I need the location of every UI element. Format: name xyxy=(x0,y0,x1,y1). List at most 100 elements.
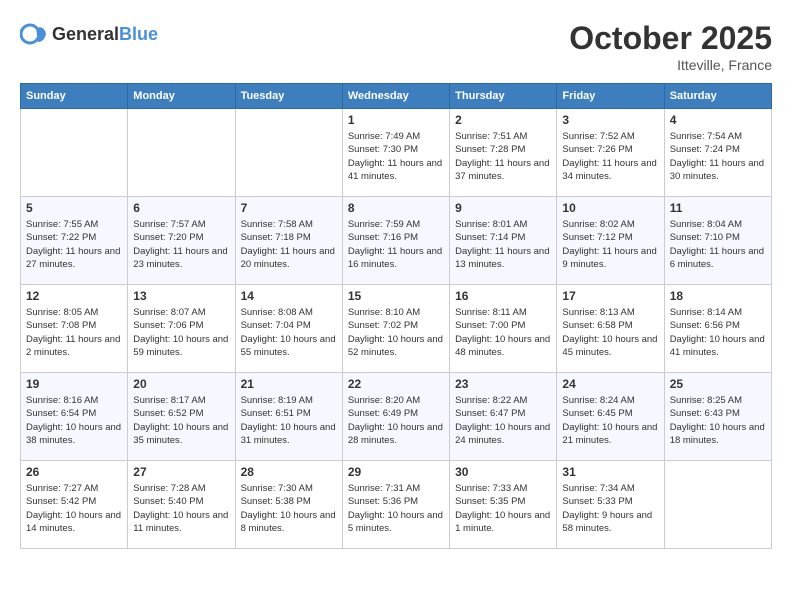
day-number: 29 xyxy=(348,465,444,479)
day-number: 9 xyxy=(455,201,551,215)
day-number: 24 xyxy=(562,377,658,391)
calendar-cell: 2 Sunrise: 7:51 AM Sunset: 7:28 PM Daylig… xyxy=(450,109,557,197)
weekday-header-monday: Monday xyxy=(128,84,235,109)
day-info: Sunrise: 7:33 AM Sunset: 5:35 PM Dayligh… xyxy=(455,482,551,535)
calendar-cell: 20 Sunrise: 8:17 AM Sunset: 6:52 PM Dayli… xyxy=(128,373,235,461)
calendar-cell: 17 Sunrise: 8:13 AM Sunset: 6:58 PM Dayli… xyxy=(557,285,664,373)
calendar-cell: 3Sunrise: 7:52 AM Sunset: 7:26 PM Daylig… xyxy=(557,109,664,197)
calendar-cell xyxy=(664,461,771,549)
day-info: Sunrise: 8:22 AM Sunset: 6:47 PM Dayligh… xyxy=(455,394,551,447)
calendar-cell: 25 Sunrise: 8:25 AM Sunset: 6:43 PM Dayli… xyxy=(664,373,771,461)
day-info: Sunrise: 7:34 AM Sunset: 5:33 PM Dayligh… xyxy=(562,482,658,535)
day-number: 17 xyxy=(562,289,658,303)
day-info: Sunrise: 8:10 AM Sunset: 7:02 PM Dayligh… xyxy=(348,306,444,359)
day-number: 23 xyxy=(455,377,551,391)
title-block: October 2025 Itteville, France xyxy=(569,20,772,73)
day-number: 21 xyxy=(241,377,337,391)
calendar-cell: 28 Sunrise: 7:30 AM Sunset: 5:38 PM Dayli… xyxy=(235,461,342,549)
day-number: 10 xyxy=(562,201,658,215)
calendar-cell xyxy=(21,109,128,197)
calendar-cell: 10 Sunrise: 8:02 AM Sunset: 7:12 PM Dayli… xyxy=(557,197,664,285)
day-info: Sunrise: 7:58 AM Sunset: 7:18 PM Dayligh… xyxy=(241,218,337,271)
day-number: 16 xyxy=(455,289,551,303)
calendar-cell: 18 Sunrise: 8:14 AM Sunset: 6:56 PM Dayli… xyxy=(664,285,771,373)
day-info: Sunrise: 7:49 AM Sunset: 7:30 PM Dayligh… xyxy=(348,130,444,183)
calendar-cell: 21 Sunrise: 8:19 AM Sunset: 6:51 PM Dayli… xyxy=(235,373,342,461)
calendar-cell: 22 Sunrise: 8:20 AM Sunset: 6:49 PM Dayli… xyxy=(342,373,449,461)
day-number: 4 xyxy=(670,113,766,127)
day-number: 22 xyxy=(348,377,444,391)
day-info: Sunrise: 8:16 AM Sunset: 6:54 PM Dayligh… xyxy=(26,394,122,447)
day-number: 27 xyxy=(133,465,229,479)
day-info: Sunrise: 8:08 AM Sunset: 7:04 PM Dayligh… xyxy=(241,306,337,359)
day-info: Sunrise: 8:14 AM Sunset: 6:56 PM Dayligh… xyxy=(670,306,766,359)
day-info: Sunrise: 8:01 AM Sunset: 7:14 PM Dayligh… xyxy=(455,218,551,271)
calendar-cell: 24 Sunrise: 8:24 AM Sunset: 6:45 PM Dayli… xyxy=(557,373,664,461)
calendar-cell: 30Sunrise: 7:33 AM Sunset: 5:35 PM Dayli… xyxy=(450,461,557,549)
day-number: 15 xyxy=(348,289,444,303)
calendar-cell: 13 Sunrise: 8:07 AM Sunset: 7:06 PM Dayli… xyxy=(128,285,235,373)
weekday-header-friday: Friday xyxy=(557,84,664,109)
calendar-cell: 8Sunrise: 7:59 AM Sunset: 7:16 PM Daylig… xyxy=(342,197,449,285)
calendar-cell: 16Sunrise: 8:11 AM Sunset: 7:00 PM Dayli… xyxy=(450,285,557,373)
day-info: Sunrise: 8:13 AM Sunset: 6:58 PM Dayligh… xyxy=(562,306,658,359)
calendar-cell: 29 Sunrise: 7:31 AM Sunset: 5:36 PM Dayli… xyxy=(342,461,449,549)
day-info: Sunrise: 7:59 AM Sunset: 7:16 PM Dayligh… xyxy=(348,218,444,271)
week-row-3: 12Sunrise: 8:05 AM Sunset: 7:08 PM Dayli… xyxy=(21,285,772,373)
location: Itteville, France xyxy=(569,57,772,73)
day-info: Sunrise: 8:02 AM Sunset: 7:12 PM Dayligh… xyxy=(562,218,658,271)
weekday-header-thursday: Thursday xyxy=(450,84,557,109)
day-number: 19 xyxy=(26,377,122,391)
logo-blue: Blue xyxy=(119,24,158,44)
logo-text: GeneralBlue xyxy=(52,24,158,45)
day-info: Sunrise: 7:52 AM Sunset: 7:26 PM Dayligh… xyxy=(562,130,658,183)
calendar-cell: 26 Sunrise: 7:27 AM Sunset: 5:42 PM Dayli… xyxy=(21,461,128,549)
day-number: 2 xyxy=(455,113,551,127)
calendar-cell: 1Sunrise: 7:49 AM Sunset: 7:30 PM Daylig… xyxy=(342,109,449,197)
calendar-cell: 23 Sunrise: 8:22 AM Sunset: 6:47 PM Dayli… xyxy=(450,373,557,461)
day-number: 25 xyxy=(670,377,766,391)
calendar-cell: 6Sunrise: 7:57 AM Sunset: 7:20 PM Daylig… xyxy=(128,197,235,285)
logo-icon xyxy=(20,20,48,48)
day-info: Sunrise: 7:28 AM Sunset: 5:40 PM Dayligh… xyxy=(133,482,229,535)
day-info: Sunrise: 8:04 AM Sunset: 7:10 PM Dayligh… xyxy=(670,218,766,271)
day-info: Sunrise: 8:19 AM Sunset: 6:51 PM Dayligh… xyxy=(241,394,337,447)
day-info: Sunrise: 8:24 AM Sunset: 6:45 PM Dayligh… xyxy=(562,394,658,447)
logo: GeneralBlue xyxy=(20,20,158,48)
day-number: 26 xyxy=(26,465,122,479)
calendar-cell: 5Sunrise: 7:55 AM Sunset: 7:22 PM Daylig… xyxy=(21,197,128,285)
day-info: Sunrise: 7:31 AM Sunset: 5:36 PM Dayligh… xyxy=(348,482,444,535)
calendar-cell: 9 Sunrise: 8:01 AM Sunset: 7:14 PM Daylig… xyxy=(450,197,557,285)
day-number: 31 xyxy=(562,465,658,479)
calendar-cell xyxy=(128,109,235,197)
day-info: Sunrise: 7:27 AM Sunset: 5:42 PM Dayligh… xyxy=(26,482,122,535)
day-info: Sunrise: 8:07 AM Sunset: 7:06 PM Dayligh… xyxy=(133,306,229,359)
day-number: 5 xyxy=(26,201,122,215)
calendar-cell: 12Sunrise: 8:05 AM Sunset: 7:08 PM Dayli… xyxy=(21,285,128,373)
day-number: 14 xyxy=(241,289,337,303)
weekday-header-tuesday: Tuesday xyxy=(235,84,342,109)
day-number: 12 xyxy=(26,289,122,303)
day-info: Sunrise: 8:20 AM Sunset: 6:49 PM Dayligh… xyxy=(348,394,444,447)
day-info: Sunrise: 8:25 AM Sunset: 6:43 PM Dayligh… xyxy=(670,394,766,447)
week-row-1: 1Sunrise: 7:49 AM Sunset: 7:30 PM Daylig… xyxy=(21,109,772,197)
day-info: Sunrise: 8:17 AM Sunset: 6:52 PM Dayligh… xyxy=(133,394,229,447)
week-row-2: 5Sunrise: 7:55 AM Sunset: 7:22 PM Daylig… xyxy=(21,197,772,285)
calendar-cell: 27 Sunrise: 7:28 AM Sunset: 5:40 PM Dayli… xyxy=(128,461,235,549)
day-info: Sunrise: 7:54 AM Sunset: 7:24 PM Dayligh… xyxy=(670,130,766,183)
day-info: Sunrise: 7:51 AM Sunset: 7:28 PM Dayligh… xyxy=(455,130,551,183)
day-number: 13 xyxy=(133,289,229,303)
day-number: 20 xyxy=(133,377,229,391)
weekday-header-wednesday: Wednesday xyxy=(342,84,449,109)
day-number: 28 xyxy=(241,465,337,479)
week-row-4: 19 Sunrise: 8:16 AM Sunset: 6:54 PM Dayli… xyxy=(21,373,772,461)
day-info: Sunrise: 7:30 AM Sunset: 5:38 PM Dayligh… xyxy=(241,482,337,535)
day-number: 11 xyxy=(670,201,766,215)
calendar-cell: 7Sunrise: 7:58 AM Sunset: 7:18 PM Daylig… xyxy=(235,197,342,285)
weekday-header-saturday: Saturday xyxy=(664,84,771,109)
logo-general: General xyxy=(52,24,119,44)
day-number: 18 xyxy=(670,289,766,303)
calendar-table: SundayMondayTuesdayWednesdayThursdayFrid… xyxy=(20,83,772,549)
calendar-cell: 14 Sunrise: 8:08 AM Sunset: 7:04 PM Dayli… xyxy=(235,285,342,373)
day-info: Sunrise: 7:57 AM Sunset: 7:20 PM Dayligh… xyxy=(133,218,229,271)
